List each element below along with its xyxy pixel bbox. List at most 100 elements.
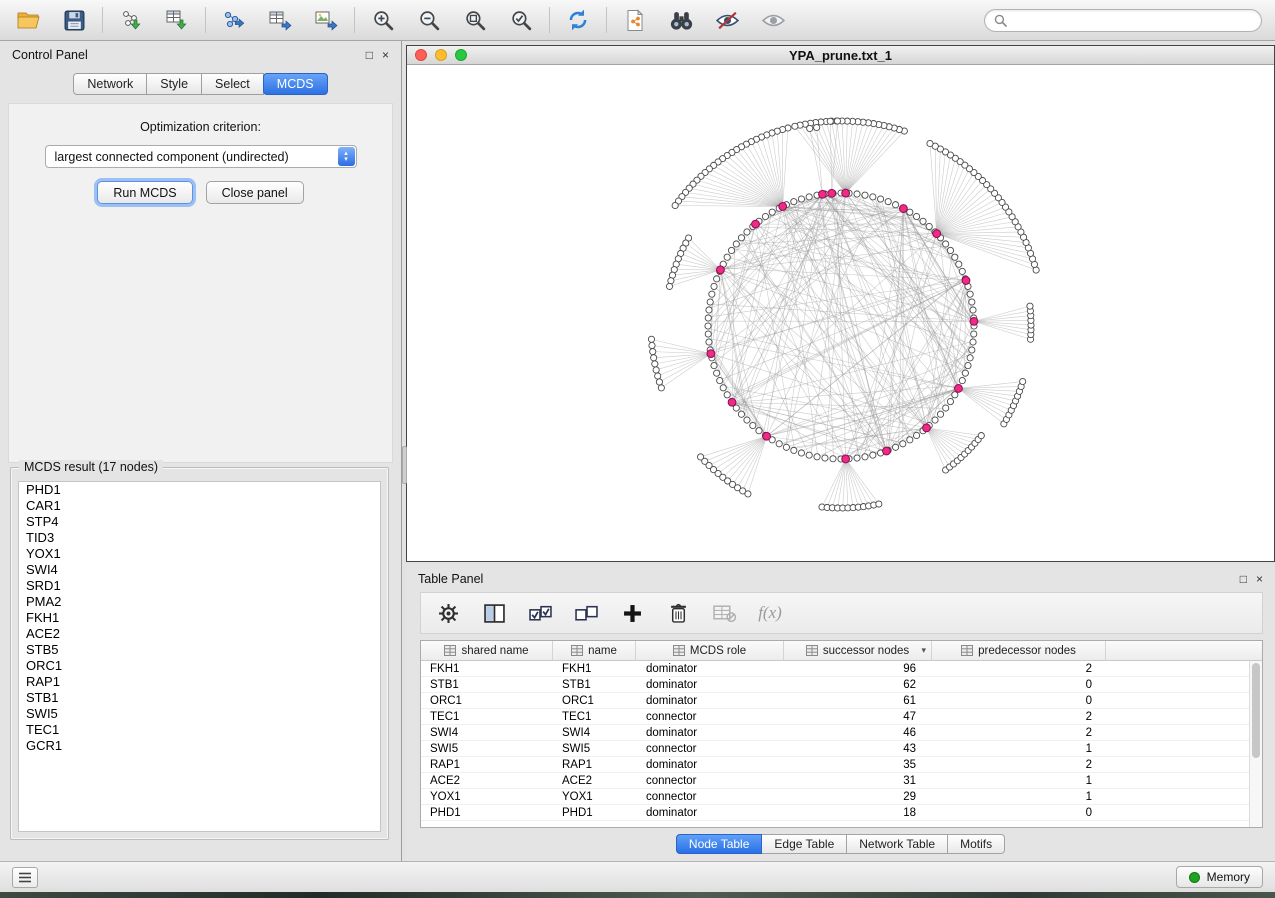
network-canvas[interactable]: [407, 65, 1274, 561]
list-item[interactable]: PMA2: [19, 594, 380, 610]
list-item[interactable]: ACE2: [19, 626, 380, 642]
zoom-selected-icon[interactable]: [507, 6, 535, 34]
export-network-icon[interactable]: [220, 6, 248, 34]
close-panel-button-mcds[interactable]: Close panel: [206, 181, 304, 204]
run-mcds-button[interactable]: Run MCDS: [97, 181, 192, 204]
column-grid-icon: [571, 645, 583, 656]
list-item[interactable]: SRD1: [19, 578, 380, 594]
sort-descending-icon[interactable]: ▾: [921, 645, 926, 656]
add-row-icon[interactable]: [619, 600, 645, 626]
select-all-rows-icon[interactable]: [527, 600, 553, 626]
tab-edge-table[interactable]: Edge Table: [762, 834, 847, 854]
tab-select[interactable]: Select: [202, 73, 264, 95]
float-table-panel-button[interactable]: □: [1240, 573, 1247, 585]
column-header-predecessor-nodes[interactable]: predecessor nodes: [932, 641, 1106, 660]
column-header-mcds-role[interactable]: MCDS role: [636, 641, 784, 660]
splitter-handle[interactable]: [402, 446, 407, 484]
table-cell: 43: [784, 743, 932, 755]
tab-motifs[interactable]: Motifs: [948, 834, 1005, 854]
list-item[interactable]: STP4: [19, 514, 380, 530]
list-item[interactable]: RAP1: [19, 674, 380, 690]
table-cell: ACE2: [553, 775, 636, 787]
list-item[interactable]: STB5: [19, 642, 380, 658]
zoom-in-icon[interactable]: [369, 6, 397, 34]
table-row[interactable]: SWI5SWI5connector431: [421, 741, 1249, 757]
open-session-icon[interactable]: [14, 6, 42, 34]
network-document-icon[interactable]: [621, 6, 649, 34]
table-row[interactable]: TEC1TEC1connector472: [421, 709, 1249, 725]
table-cell: dominator: [636, 679, 784, 691]
list-item[interactable]: ORC1: [19, 658, 380, 674]
tab-node-table[interactable]: Node Table: [676, 834, 763, 854]
menu-hamburger-icon[interactable]: [12, 867, 38, 888]
network-window-titlebar[interactable]: YPA_prune.txt_1: [407, 46, 1274, 65]
delete-row-icon[interactable]: [665, 600, 691, 626]
list-item[interactable]: TID3: [19, 530, 380, 546]
list-item[interactable]: SWI4: [19, 562, 380, 578]
zoom-window-icon[interactable]: [455, 49, 467, 61]
table-row[interactable]: SWI4SWI4dominator462: [421, 725, 1249, 741]
apply-layout-icon[interactable]: [564, 6, 592, 34]
table-row[interactable]: ACE2ACE2connector311: [421, 773, 1249, 789]
close-panel-button[interactable]: ×: [382, 49, 389, 61]
list-item[interactable]: YOX1: [19, 546, 380, 562]
table-row[interactable]: PHD1PHD1dominator180: [421, 805, 1249, 821]
table-row[interactable]: STB1STB1dominator620: [421, 677, 1249, 693]
table-settings-gear-icon[interactable]: [435, 600, 461, 626]
column-header-shared-name[interactable]: shared name: [421, 641, 553, 660]
zoom-out-icon[interactable]: [415, 6, 443, 34]
import-table-icon[interactable]: [163, 6, 191, 34]
table-cell: 62: [784, 679, 932, 691]
table-row[interactable]: RAP1RAP1dominator352: [421, 757, 1249, 773]
deselect-all-rows-icon[interactable]: [573, 600, 599, 626]
memory-button[interactable]: Memory: [1176, 866, 1263, 888]
column-grid-icon: [444, 645, 456, 656]
export-table-icon[interactable]: [266, 6, 294, 34]
float-panel-button[interactable]: □: [366, 49, 373, 61]
table-row[interactable]: YOX1YOX1connector291: [421, 789, 1249, 805]
table-cell: 96: [784, 663, 932, 675]
show-columns-icon[interactable]: [481, 600, 507, 626]
list-item[interactable]: STB1: [19, 690, 380, 706]
column-grid-icon: [961, 645, 973, 656]
tab-style[interactable]: Style: [147, 73, 202, 95]
table-cell: SWI4: [421, 727, 553, 739]
tab-mcds[interactable]: MCDS: [263, 73, 328, 95]
table-cell: SWI5: [421, 743, 553, 755]
table-cell: FKH1: [553, 663, 636, 675]
close-window-icon[interactable]: [415, 49, 427, 61]
list-item[interactable]: PHD1: [19, 482, 380, 498]
table-cell: TEC1: [421, 711, 553, 723]
search-input[interactable]: [1013, 13, 1252, 27]
application-window: Control Panel □ × Network Style Select M…: [0, 0, 1275, 892]
tab-network[interactable]: Network: [73, 73, 147, 95]
show-graphics-details-icon[interactable]: [759, 6, 787, 34]
list-item[interactable]: CAR1: [19, 498, 380, 514]
tab-network-table[interactable]: Network Table: [847, 834, 948, 854]
minimize-window-icon[interactable]: [435, 49, 447, 61]
table-row[interactable]: FKH1FKH1dominator962: [421, 661, 1249, 677]
list-item[interactable]: FKH1: [19, 610, 380, 626]
table-scrollbar[interactable]: [1249, 661, 1262, 827]
search-field[interactable]: [984, 9, 1262, 32]
column-header-successor-nodes[interactable]: successor nodes ▾: [784, 641, 932, 660]
column-header-name[interactable]: name: [553, 641, 636, 660]
close-table-panel-button[interactable]: ×: [1256, 573, 1263, 585]
export-image-icon[interactable]: [312, 6, 340, 34]
zoom-fit-icon[interactable]: [461, 6, 489, 34]
import-network-icon[interactable]: [117, 6, 145, 34]
delete-table-icon[interactable]: [711, 600, 737, 626]
table-cell: dominator: [636, 807, 784, 819]
optimization-criterion-select[interactable]: largest connected component (undirected)…: [45, 145, 357, 168]
search-network-icon[interactable]: [667, 6, 695, 34]
list-item[interactable]: TEC1: [19, 722, 380, 738]
function-builder-icon[interactable]: f(x): [757, 600, 783, 626]
table-body: FKH1FKH1dominator962STB1STB1dominator620…: [421, 661, 1249, 827]
memory-label: Memory: [1207, 870, 1250, 884]
save-session-icon[interactable]: [60, 6, 88, 34]
table-row[interactable]: ORC1ORC1dominator610: [421, 693, 1249, 709]
toggle-graphics-details-icon[interactable]: [713, 6, 741, 34]
list-item[interactable]: GCR1: [19, 738, 380, 754]
table-scrollbar-thumb[interactable]: [1252, 663, 1260, 758]
list-item[interactable]: SWI5: [19, 706, 380, 722]
